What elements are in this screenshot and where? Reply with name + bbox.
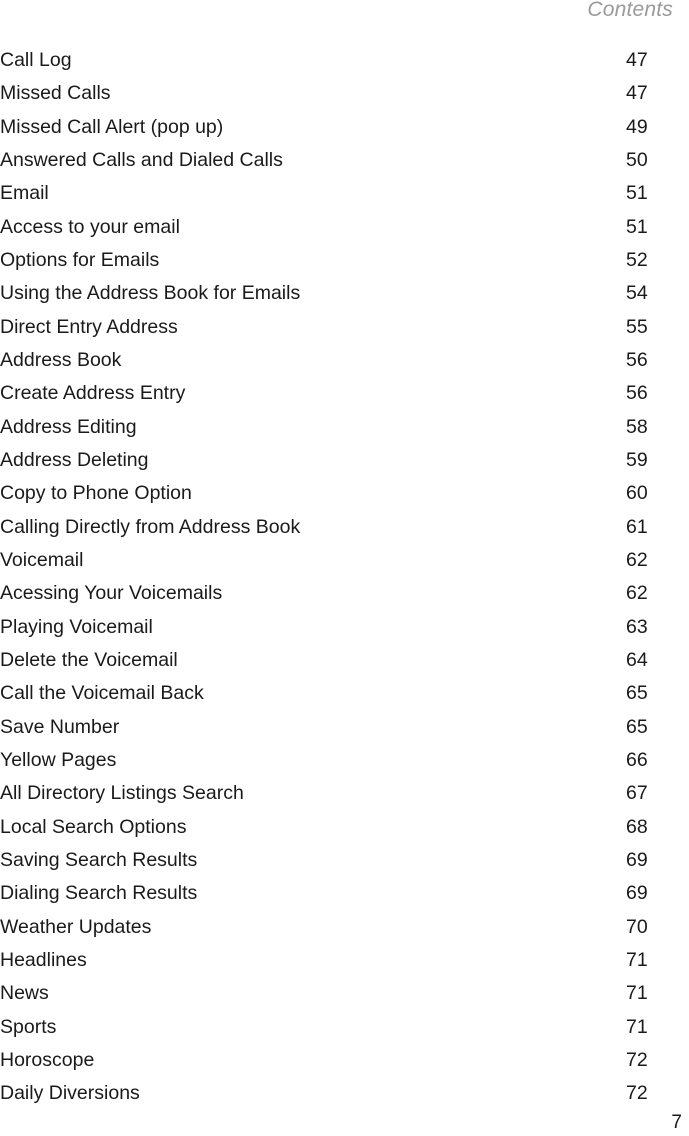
toc-entry[interactable]: Email 51 <box>0 177 689 210</box>
toc-entry-page: 65 <box>626 682 648 705</box>
toc-entry-title: Missed Call Alert (pop up) <box>0 115 224 138</box>
toc-entry-page: 56 <box>626 348 648 371</box>
toc-entry-page: 70 <box>626 915 648 938</box>
toc-entry-page: 71 <box>626 1015 648 1038</box>
toc-entry-page: 72 <box>626 1048 648 1071</box>
toc-entry[interactable]: Address Editing 58 <box>0 411 689 444</box>
toc-entry[interactable]: Daily Diversions 72 <box>0 1077 689 1110</box>
toc-entry-title: Call Log <box>0 49 72 71</box>
toc-entry[interactable]: Missed Calls 47 <box>0 77 689 110</box>
toc-entry-title: Local Search Options <box>0 815 187 838</box>
toc-entry-title: Calling Directly from Address Book <box>0 515 301 538</box>
toc-entry[interactable]: Save Number 65 <box>0 711 689 744</box>
toc-entry-title: Saving Search Results <box>0 848 198 871</box>
toc-entry-title: Access to your email <box>0 215 180 238</box>
toc-entry-title: Delete the Voicemail <box>0 648 178 671</box>
toc-entry[interactable]: News 71 <box>0 977 689 1010</box>
toc-entry-title: Acessing Your Voicemails <box>0 582 223 605</box>
toc-entry[interactable]: Address Deleting 59 <box>0 444 689 477</box>
toc-entry-page: 69 <box>626 882 648 905</box>
toc-entry-title: Email <box>0 182 49 205</box>
toc-entry-page: 62 <box>626 582 648 605</box>
toc-entry-title: Daily Diversions <box>0 1082 140 1105</box>
toc-entry-title: Save Number <box>0 715 120 738</box>
toc-entry[interactable]: Call the Voicemail Back 65 <box>0 677 689 710</box>
toc-entry-page: 64 <box>626 648 648 671</box>
toc-entry-page: 67 <box>626 782 648 805</box>
toc-entry[interactable]: Playing Voicemail 63 <box>0 611 689 644</box>
toc-entry[interactable]: Answered Calls and Dialed Calls 50 <box>0 144 689 177</box>
toc-entry-title: Create Address Entry <box>0 382 186 405</box>
toc-entry-title: Missed Calls <box>0 82 111 105</box>
toc-entry-page: 51 <box>626 182 648 205</box>
toc-entry[interactable]: Calling Directly from Address Book 61 <box>0 511 689 544</box>
toc-entry[interactable]: Options for Emails 52 <box>0 244 689 277</box>
toc-entry-title: News <box>0 982 49 1005</box>
toc-entry[interactable]: Missed Call Alert (pop up) 49 <box>0 111 689 144</box>
toc-entry-title: Address Deleting <box>0 448 149 471</box>
toc-entry[interactable]: Yellow Pages 66 <box>0 744 689 777</box>
section-header: Contents <box>587 0 673 21</box>
toc-entry-title: Voicemail <box>0 548 84 571</box>
toc-entry-page: 71 <box>626 948 648 971</box>
toc-entry-page: 60 <box>626 482 648 505</box>
toc-entry-title: Sports <box>0 1015 57 1038</box>
toc-entry[interactable]: Headlines 71 <box>0 944 689 977</box>
toc-entry[interactable]: Copy to Phone Option 60 <box>0 477 689 510</box>
toc-entry-page: 52 <box>626 248 648 271</box>
toc-entry-title: Options for Emails <box>0 248 160 271</box>
toc-entry-title: Playing Voicemail <box>0 615 153 638</box>
page-number: 7 <box>671 1112 682 1133</box>
toc-entry-page: 50 <box>626 148 648 171</box>
toc-entry-page: 63 <box>626 615 648 638</box>
toc-entry-title: Using the Address Book for Emails <box>0 282 301 305</box>
toc-entry-title: Direct Entry Address <box>0 315 178 338</box>
toc-entry-page: 62 <box>626 548 648 571</box>
toc-entry-title: Yellow Pages <box>0 748 117 771</box>
toc-entry[interactable]: Dialing Search Results 69 <box>0 877 689 910</box>
toc-entry[interactable]: Address Book 56 <box>0 344 689 377</box>
toc-entry[interactable]: All Directory Listings Search 67 <box>0 777 689 810</box>
toc-entry[interactable]: Voicemail 62 <box>0 544 689 577</box>
toc-entry-page: 59 <box>626 448 648 471</box>
toc-entry[interactable]: Acessing Your Voicemails 62 <box>0 577 689 610</box>
toc-entry-title: Dialing Search Results <box>0 882 198 905</box>
toc-entry-page: 66 <box>626 748 648 771</box>
toc-entry-title: Weather Updates <box>0 915 152 938</box>
toc-entry-title: Horoscope <box>0 1048 95 1071</box>
toc-entry-page: 56 <box>626 382 648 405</box>
toc-entry[interactable]: Using the Address Book for Emails 54 <box>0 277 689 310</box>
toc-entry-page: 71 <box>626 982 648 1005</box>
toc-entry-title: Copy to Phone Option <box>0 482 192 505</box>
toc-entry-page: 55 <box>626 315 648 338</box>
table-of-contents: Call Log 47 Missed Calls 47 Missed Call Aler… <box>0 44 689 1111</box>
toc-entry-title: Call the Voicemail Back <box>0 682 204 705</box>
toc-entry-page: 54 <box>626 282 648 305</box>
toc-entry-title: Headlines <box>0 948 87 971</box>
toc-entry-page: 72 <box>626 1082 648 1105</box>
toc-entry[interactable]: Create Address Entry 56 <box>0 377 689 410</box>
toc-entry-page: 51 <box>626 215 648 238</box>
toc-entry[interactable]: Direct Entry Address 55 <box>0 311 689 344</box>
toc-entry[interactable]: Access to your email 51 <box>0 211 689 244</box>
toc-entry[interactable]: Saving Search Results 69 <box>0 844 689 877</box>
toc-entry-page: 47 <box>626 49 648 71</box>
toc-entry-page: 49 <box>626 115 648 138</box>
toc-entry-page: 58 <box>626 415 648 438</box>
toc-entry-page: 65 <box>626 715 648 738</box>
toc-entry[interactable]: Call Log 47 <box>0 44 689 77</box>
toc-entry-title: Address Editing <box>0 415 137 438</box>
toc-entry-title: Answered Calls and Dialed Calls <box>0 148 283 171</box>
toc-entry[interactable]: Weather Updates 70 <box>0 911 689 944</box>
toc-entry[interactable]: Sports 71 <box>0 1011 689 1044</box>
toc-entry-page: 68 <box>626 815 648 838</box>
toc-entry[interactable]: Horoscope 72 <box>0 1044 689 1077</box>
toc-entry-page: 47 <box>626 82 648 105</box>
toc-entry[interactable]: Delete the Voicemail 64 <box>0 644 689 677</box>
toc-entry-title: All Directory Listings Search <box>0 782 244 805</box>
toc-entry-title: Address Book <box>0 348 122 371</box>
toc-entry-page: 69 <box>626 848 648 871</box>
toc-entry-page: 61 <box>626 515 648 538</box>
toc-entry[interactable]: Local Search Options 68 <box>0 811 689 844</box>
